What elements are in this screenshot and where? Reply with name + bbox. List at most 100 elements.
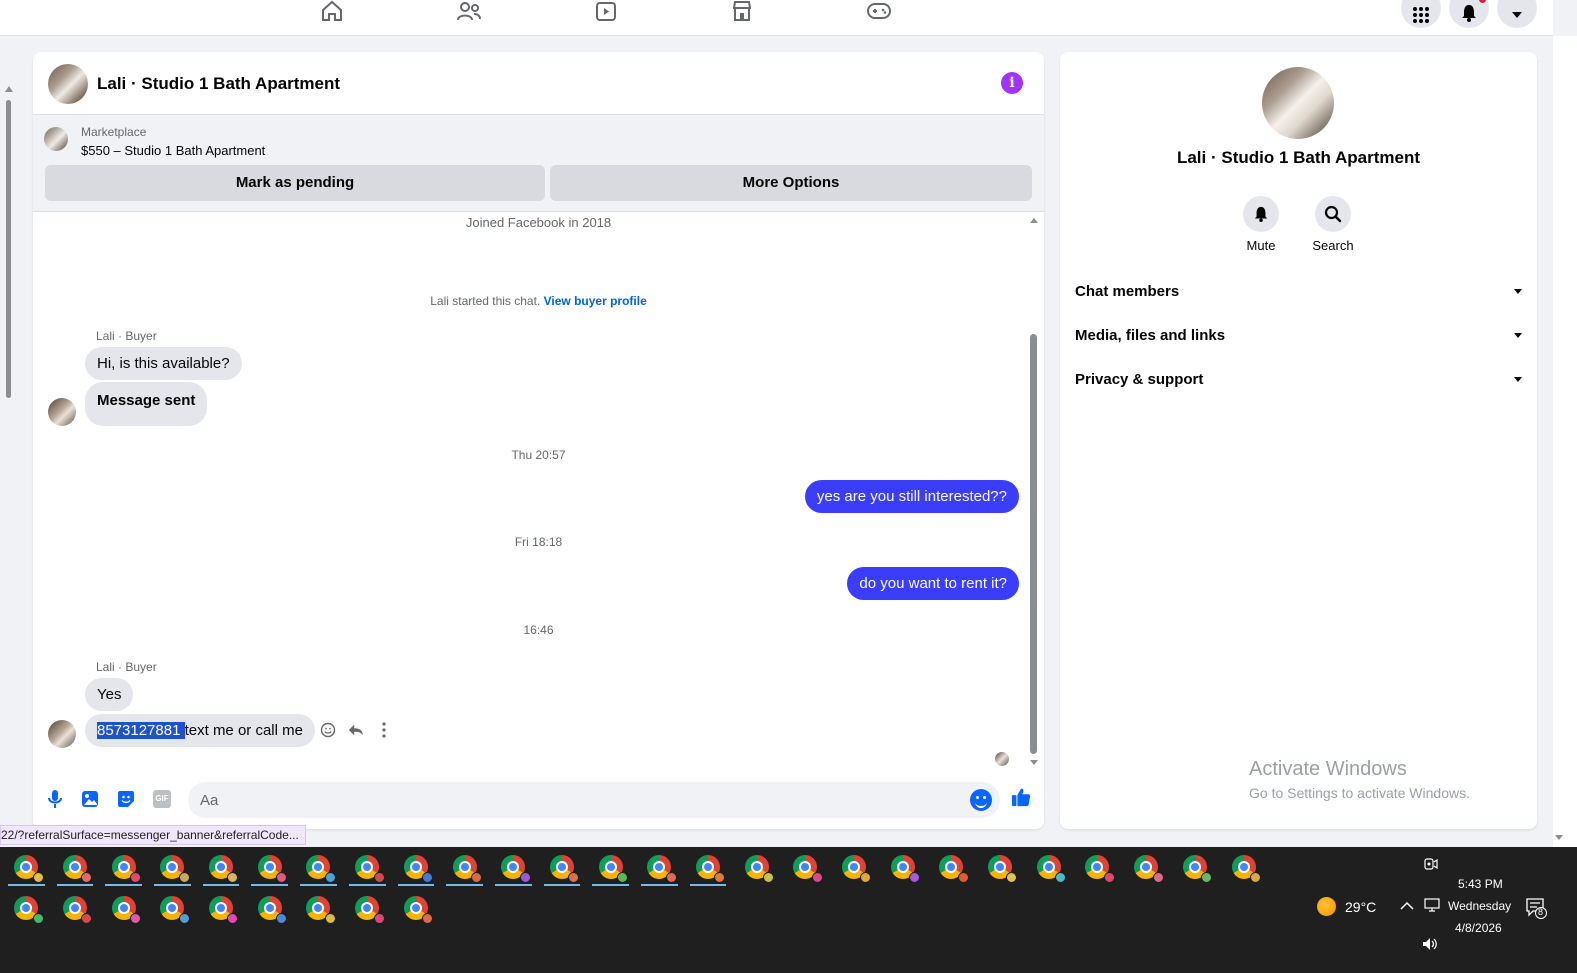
profile-badge-icon <box>1152 872 1164 883</box>
chat-scrollbar[interactable] <box>1028 214 1040 769</box>
message-input[interactable] <box>200 782 960 818</box>
listing-avatar[interactable] <box>48 64 88 104</box>
chrome-taskbar-button[interactable] <box>830 848 879 886</box>
chrome-taskbar-button[interactable] <box>489 848 538 886</box>
clock-day[interactable]: Wednesday <box>1448 899 1511 913</box>
chat-title[interactable]: Lali · Studio 1 Bath Apartment <box>97 74 340 94</box>
chrome-taskbar-button[interactable] <box>245 848 294 886</box>
listing-title[interactable]: $550 – Studio 1 Bath Apartment <box>81 143 265 158</box>
network-icon[interactable] <box>1424 898 1440 915</box>
chrome-taskbar-button[interactable] <box>148 848 197 886</box>
sticker-icon[interactable] <box>116 789 136 809</box>
incoming-message[interactable]: Hi, is this available? <box>85 347 242 380</box>
mute-icon[interactable] <box>1243 196 1279 232</box>
listing-avatar[interactable] <box>1262 67 1334 139</box>
chrome-taskbar-button[interactable] <box>392 889 441 927</box>
like-icon[interactable] <box>1011 787 1031 807</box>
listing-thumbnail[interactable] <box>44 127 68 151</box>
page-scrollbar[interactable] <box>4 86 13 402</box>
volume-icon[interactable] <box>1422 937 1438 954</box>
scrollbar-thumb[interactable] <box>1030 334 1037 754</box>
chat-members-section[interactable]: Chat members <box>1075 277 1522 307</box>
chrome-taskbar-button[interactable] <box>781 848 830 886</box>
chrome-taskbar-button[interactable] <box>197 848 246 886</box>
buyer-avatar[interactable] <box>48 398 76 426</box>
menu-grid-icon[interactable] <box>1401 0 1441 28</box>
gif-icon[interactable]: GIF <box>152 789 172 809</box>
privacy-support-section[interactable]: Privacy & support <box>1075 365 1522 395</box>
gaming-icon[interactable] <box>866 0 892 24</box>
outgoing-message[interactable]: yes are you still interested?? <box>804 480 1019 513</box>
profile-badge-icon <box>860 872 872 883</box>
chrome-taskbar-button[interactable] <box>684 848 733 886</box>
scroll-up-icon[interactable] <box>1030 218 1038 223</box>
marketplace-icon[interactable] <box>729 0 755 24</box>
chrome-taskbar-button[interactable] <box>99 889 148 927</box>
clock-time[interactable]: 5:43 PM <box>1458 877 1503 891</box>
buyer-avatar[interactable] <box>48 720 76 748</box>
incoming-message[interactable]: Message sent <box>85 382 208 426</box>
chrome-taskbar-button[interactable] <box>392 848 441 886</box>
microphone-icon[interactable] <box>45 789 65 809</box>
mute-button[interactable]: Mute <box>1231 196 1291 253</box>
chrome-taskbar-button[interactable] <box>732 848 781 886</box>
scroll-down-icon[interactable] <box>1030 760 1038 765</box>
scrollbar-thumb[interactable] <box>6 100 11 398</box>
chrome-taskbar-button[interactable] <box>1073 848 1122 886</box>
chrome-taskbar-button[interactable] <box>148 889 197 927</box>
react-icon[interactable] <box>320 722 336 738</box>
meet-now-icon[interactable] <box>1424 857 1438 874</box>
photo-icon[interactable] <box>80 789 100 809</box>
sender-label: Lali · Buyer <box>96 329 157 343</box>
selected-phone-text[interactable]: 8573127881 <box>97 722 185 739</box>
chrome-taskbar-button[interactable] <box>1024 848 1073 886</box>
search-icon[interactable] <box>1315 196 1351 232</box>
clock-date[interactable]: 4/8/2026 <box>1455 921 1502 935</box>
emoji-icon[interactable] <box>970 789 992 811</box>
window-scrollbar[interactable] <box>1553 36 1577 848</box>
weather-icon[interactable] <box>1317 897 1336 916</box>
friends-icon[interactable] <box>456 0 482 24</box>
home-icon[interactable] <box>319 0 345 24</box>
chrome-taskbar-button[interactable] <box>1171 848 1220 886</box>
chrome-taskbar-button[interactable] <box>538 848 587 886</box>
chrome-taskbar-button[interactable] <box>927 848 976 886</box>
chrome-taskbar-button[interactable] <box>440 848 489 886</box>
media-files-links-section[interactable]: Media, files and links <box>1075 321 1522 351</box>
account-chevron-icon[interactable] <box>1497 0 1537 28</box>
incoming-message-phone[interactable]: 8573127881 text me or call me <box>85 714 315 747</box>
reply-icon[interactable] <box>348 722 364 738</box>
search-button[interactable]: Search <box>1303 196 1363 253</box>
mark-as-pending-button[interactable]: Mark as pending <box>45 165 545 201</box>
chrome-taskbar-button[interactable] <box>51 848 100 886</box>
chrome-taskbar-button[interactable] <box>976 848 1025 886</box>
scroll-up-icon[interactable] <box>5 86 13 92</box>
chrome-taskbar-button[interactable] <box>1122 848 1171 886</box>
outgoing-message[interactable]: do you want to rent it? <box>847 567 1019 600</box>
chrome-taskbar-button[interactable] <box>343 848 392 886</box>
chrome-taskbar-button[interactable] <box>294 889 343 927</box>
chrome-taskbar-button[interactable] <box>2 889 51 927</box>
chrome-taskbar-button[interactable] <box>1219 848 1268 886</box>
chrome-taskbar-button[interactable] <box>586 848 635 886</box>
weather-temp[interactable]: 29°C <box>1345 899 1376 915</box>
chrome-taskbar-button[interactable] <box>2 848 51 886</box>
more-options-button[interactable]: More Options <box>550 165 1032 201</box>
notifications-icon[interactable] <box>1449 0 1489 28</box>
chrome-taskbar-button[interactable] <box>51 889 100 927</box>
chrome-taskbar-button[interactable] <box>635 848 684 886</box>
info-icon[interactable]: i <box>1001 72 1023 94</box>
chrome-taskbar-button[interactable] <box>294 848 343 886</box>
chrome-taskbar-button[interactable] <box>99 848 148 886</box>
view-buyer-profile-link[interactable]: View buyer profile <box>544 294 647 308</box>
chrome-taskbar-button[interactable] <box>878 848 927 886</box>
notification-center-icon[interactable]: 8 <box>1525 897 1547 922</box>
tray-chevron-up-icon[interactable] <box>1400 900 1414 914</box>
scroll-down-icon[interactable] <box>1555 835 1563 840</box>
video-icon[interactable] <box>593 0 619 24</box>
chrome-taskbar-button[interactable] <box>197 889 246 927</box>
chrome-taskbar-button[interactable] <box>343 889 392 927</box>
chrome-taskbar-button[interactable] <box>245 889 294 927</box>
incoming-message[interactable]: Yes <box>85 678 134 711</box>
more-options-icon[interactable] <box>376 722 392 738</box>
